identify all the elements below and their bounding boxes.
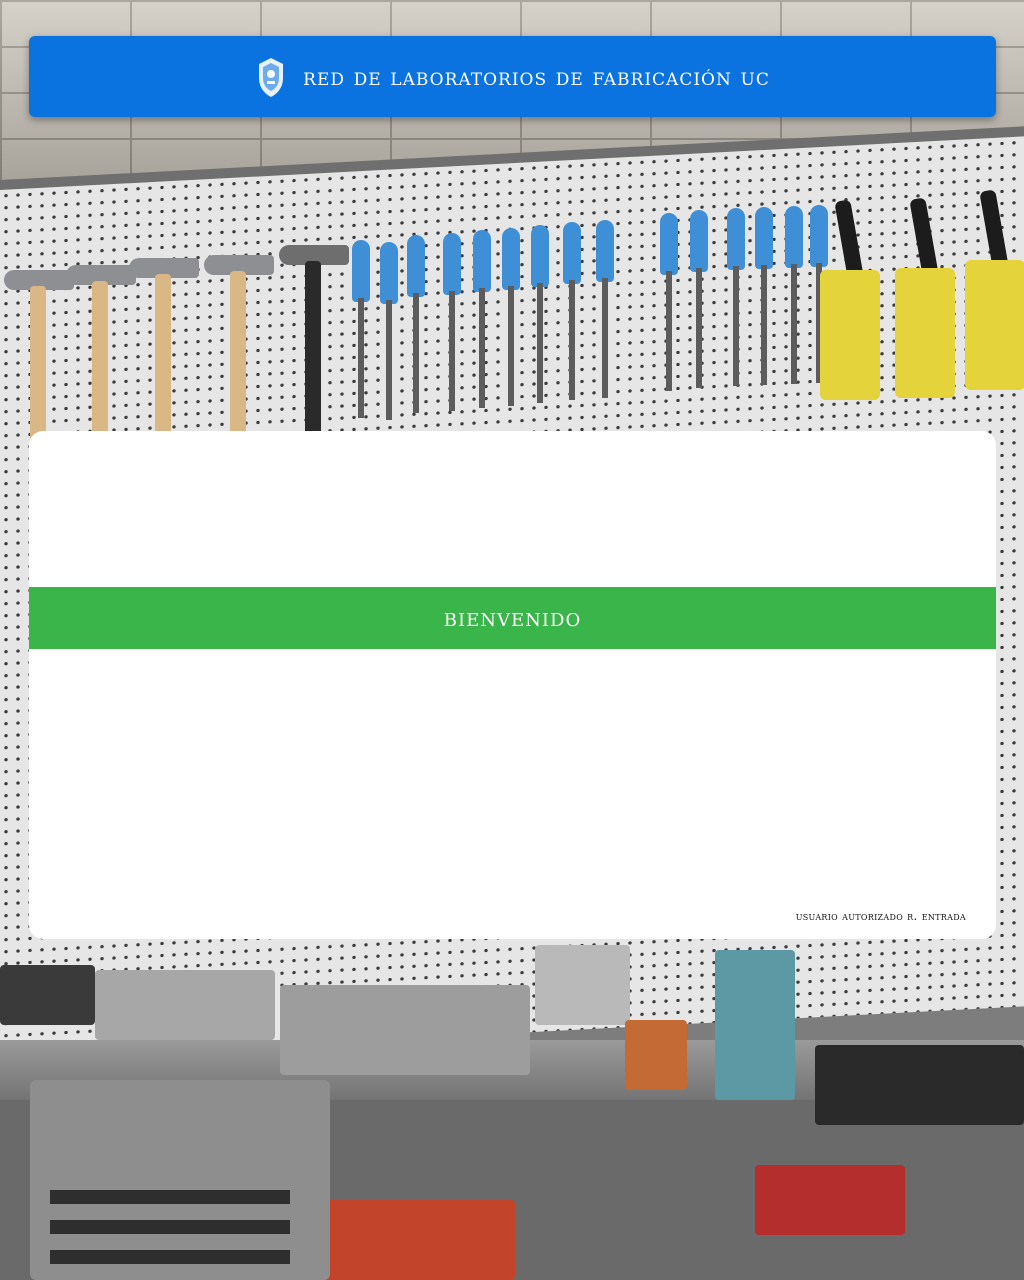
parts-bin-icon — [0, 965, 95, 1025]
header-title: RED DE LABORATORIOS DE FABRICACIÓN UC — [303, 62, 770, 91]
drill-bit-case-icon — [535, 945, 630, 1025]
status-card: BIENVENIDO USUARIO AUTORIZADO R. ENTRADA — [29, 431, 996, 939]
red-box-icon — [755, 1165, 905, 1235]
tool-box-icon — [280, 985, 530, 1075]
header-banner: RED DE LABORATORIOS DE FABRICACIÓN UC — [29, 36, 996, 117]
red-case-icon — [315, 1200, 515, 1280]
drawer-unit — [30, 1080, 330, 1280]
welcome-bar: BIENVENIDO — [29, 587, 996, 649]
tool-box-icon — [95, 970, 275, 1040]
status-text: USUARIO AUTORIZADO R. ENTRADA — [795, 909, 966, 923]
bit-set-icon — [715, 950, 795, 1100]
university-crest-icon — [255, 56, 287, 98]
tool-tray-icon — [815, 1045, 1024, 1125]
welcome-text: BIENVENIDO — [443, 603, 582, 633]
drill-bit-stand-icon — [625, 1020, 687, 1090]
